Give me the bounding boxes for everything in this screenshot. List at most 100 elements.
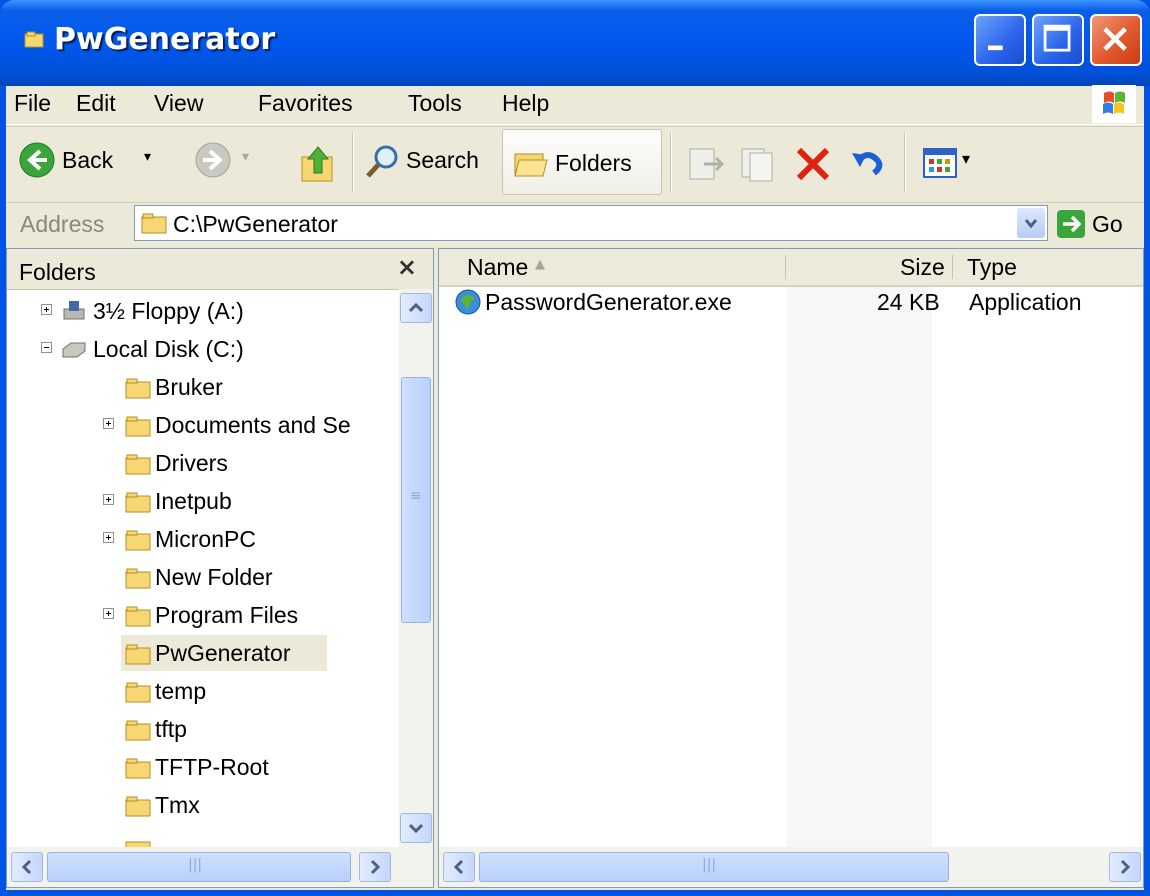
- folder-icon: [125, 682, 151, 703]
- move-to-icon[interactable]: [686, 145, 726, 183]
- chevron-left-icon: [21, 859, 32, 875]
- up-folder-icon[interactable]: [298, 143, 338, 185]
- tree-item-label: Drivers: [155, 450, 228, 476]
- tree-item-local-disk[interactable]: Local Disk (C:): [7, 331, 397, 367]
- go-button[interactable]: Go: [1056, 207, 1142, 241]
- tree-item-bruker[interactable]: Bruker: [7, 369, 397, 405]
- expand-icon[interactable]: [103, 608, 114, 619]
- tree-item-pwgenerator[interactable]: PwGenerator: [7, 635, 397, 671]
- scroll-right-button[interactable]: [1109, 852, 1141, 882]
- folders-vertical-scrollbar[interactable]: ≡: [399, 289, 433, 847]
- scroll-down-button[interactable]: [400, 813, 432, 843]
- close-pane-icon[interactable]: ×: [397, 253, 417, 281]
- views-icon: [923, 148, 957, 178]
- search-button[interactable]: Search: [362, 137, 496, 189]
- scroll-up-button[interactable]: [400, 293, 432, 323]
- folder-icon: [125, 796, 151, 817]
- menu-favorites[interactable]: Favorites: [258, 90, 353, 117]
- folder-icon: [125, 644, 151, 665]
- file-row[interactable]: PasswordGenerator.exe 24 KB Application: [443, 287, 1143, 323]
- go-label: Go: [1092, 211, 1123, 237]
- expand-icon[interactable]: [41, 304, 52, 315]
- column-header-size[interactable]: Size: [786, 249, 952, 285]
- expand-icon[interactable]: [103, 532, 114, 543]
- address-dropdown-button[interactable]: [1017, 208, 1045, 238]
- menu-edit[interactable]: Edit: [76, 90, 116, 117]
- tree-item-label: Local Disk (C:): [93, 336, 244, 362]
- folders-icon: [514, 153, 548, 177]
- title-bar[interactable]: PwGenerator: [0, 0, 1150, 86]
- menu-help[interactable]: Help: [502, 90, 549, 117]
- file-type: Application: [969, 289, 1082, 315]
- column-header-name[interactable]: Name ▲: [439, 249, 785, 285]
- grip-icon: |||: [702, 857, 717, 873]
- undo-icon[interactable]: [848, 143, 888, 183]
- go-arrow-icon: [1057, 210, 1085, 238]
- copy-to-icon[interactable]: [738, 145, 778, 183]
- delete-icon[interactable]: [794, 145, 832, 183]
- toolbar-separator: [670, 133, 672, 193]
- scroll-left-button[interactable]: [11, 852, 43, 882]
- scroll-left-button[interactable]: [443, 852, 475, 882]
- scroll-right-button[interactable]: [359, 852, 391, 882]
- close-icon: [1103, 27, 1127, 51]
- address-bar: Address C:\PwGenerator Go: [6, 202, 1144, 245]
- tree-item-program-files[interactable]: Program Files: [7, 597, 397, 633]
- scroll-thumb[interactable]: |||: [479, 852, 949, 882]
- file-list-horizontal-scrollbar[interactable]: |||: [439, 847, 1143, 887]
- collapse-icon[interactable]: [41, 342, 52, 353]
- tree-item-drivers[interactable]: Drivers: [7, 445, 397, 481]
- folder-tree: 3½ Floppy (A:) Local Disk (C:) Bruker Do…: [7, 289, 397, 847]
- hard-disk-icon: [62, 342, 86, 358]
- application-exe-icon: [455, 289, 481, 315]
- address-input[interactable]: C:\PwGenerator: [134, 205, 1048, 241]
- maximize-button[interactable]: [1032, 14, 1084, 66]
- expand-icon[interactable]: [103, 494, 114, 505]
- search-icon: [366, 145, 398, 178]
- tree-item-tmx[interactable]: Tmx: [7, 787, 397, 823]
- views-dropdown-icon[interactable]: ▾: [962, 149, 970, 168]
- forward-dropdown-icon[interactable]: ▾: [242, 149, 249, 165]
- back-button[interactable]: Back ▾: [16, 137, 166, 189]
- menu-file[interactable]: File: [14, 90, 51, 117]
- back-label: Back: [62, 147, 114, 173]
- minimize-icon: [988, 45, 1003, 51]
- column-header-type[interactable]: Type: [953, 249, 1143, 285]
- folders-horizontal-scrollbar[interactable]: |||: [7, 847, 433, 887]
- tree-item-tftp[interactable]: tftp: [7, 711, 397, 747]
- folders-pane-title: Folders: [19, 259, 96, 285]
- tree-item-new-folder[interactable]: New Folder: [7, 559, 397, 595]
- column-header-label: Name: [467, 254, 529, 280]
- folder-icon: [125, 606, 151, 627]
- column-header-label: Size: [900, 254, 945, 280]
- forward-button[interactable]: ▾: [192, 137, 262, 189]
- tree-item-tftp-root[interactable]: TFTP-Root: [7, 749, 397, 785]
- toolbar-separator: [904, 133, 906, 193]
- views-button[interactable]: ▾: [918, 141, 988, 185]
- tree-item-label: Bruker: [155, 374, 223, 400]
- menu-view[interactable]: View: [154, 90, 203, 117]
- tree-item-documents[interactable]: Documents and Se: [7, 407, 397, 443]
- chevron-up-icon: [408, 302, 424, 313]
- scroll-thumb[interactable]: |||: [47, 852, 351, 882]
- close-button[interactable]: [1090, 14, 1142, 66]
- floppy-drive-icon: [63, 301, 85, 320]
- chevron-down-icon: [1024, 219, 1038, 229]
- chevron-left-icon: [453, 859, 464, 875]
- back-dropdown-icon[interactable]: ▾: [144, 149, 151, 165]
- tree-item-temp[interactable]: temp: [7, 673, 397, 709]
- maximize-icon: [1043, 24, 1071, 52]
- tree-item-label: 3½ Floppy (A:): [93, 298, 244, 324]
- tree-item-micronpc[interactable]: MicronPC: [7, 521, 397, 557]
- tree-item-label: Documents and Se: [155, 412, 351, 438]
- menu-tools[interactable]: Tools: [408, 90, 462, 117]
- tree-item-inetpub[interactable]: Inetpub: [7, 483, 397, 519]
- scroll-thumb[interactable]: ≡: [401, 377, 431, 623]
- chevron-right-icon: [1120, 859, 1131, 875]
- tree-item-floppy[interactable]: 3½ Floppy (A:): [7, 293, 397, 329]
- search-label: Search: [406, 147, 479, 173]
- folders-button[interactable]: Folders: [502, 129, 662, 195]
- menu-bar: File Edit View Favorites Tools Help: [6, 85, 1144, 125]
- expand-icon[interactable]: [103, 418, 114, 429]
- minimize-button[interactable]: [974, 14, 1026, 66]
